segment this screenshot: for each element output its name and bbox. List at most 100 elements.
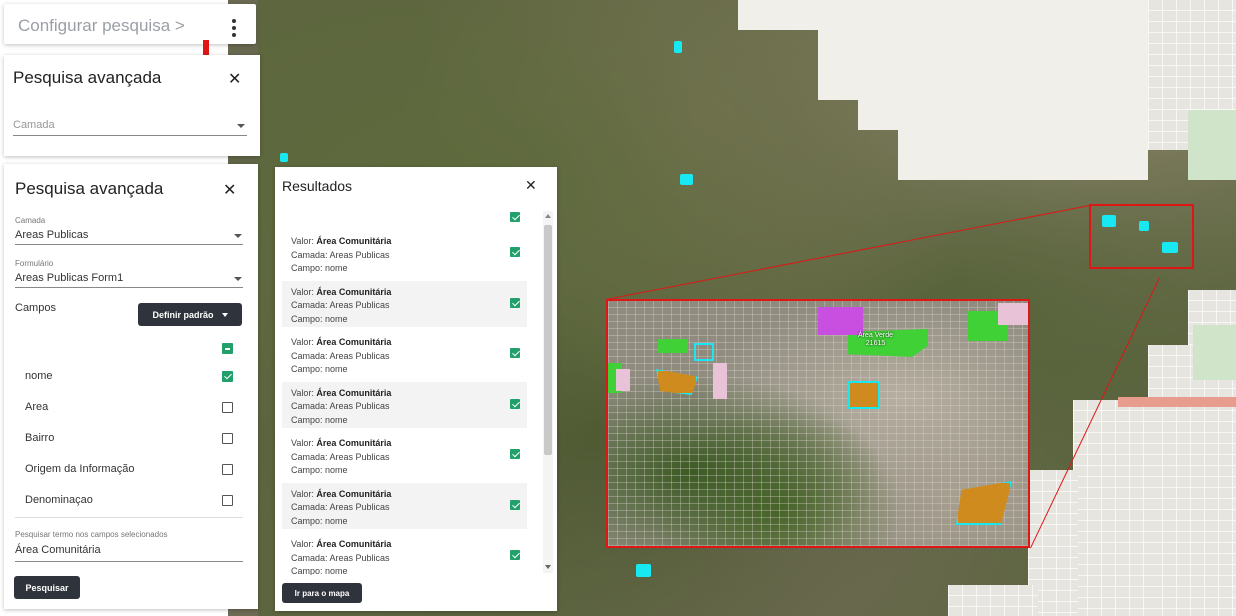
result-value-text: Área Comunitária xyxy=(316,236,392,246)
camada-select[interactable]: Areas Publicas xyxy=(15,229,88,241)
map-tile xyxy=(898,120,1148,180)
select-underline xyxy=(15,561,243,562)
pink-area xyxy=(713,363,727,399)
chevron-down-icon[interactable] xyxy=(237,124,245,128)
result-checkbox[interactable] xyxy=(510,247,520,257)
camada-select[interactable]: Camada xyxy=(13,119,55,131)
result-value-text: Área Comunitária xyxy=(316,286,392,297)
result-field: Campo: nome xyxy=(291,566,348,575)
green-area xyxy=(658,339,688,353)
result-checkbox[interactable] xyxy=(510,449,520,459)
highlight-polygon[interactable] xyxy=(680,174,693,185)
map-tile xyxy=(948,585,1038,616)
field-checkbox[interactable] xyxy=(222,495,233,506)
results-list: Valor: Área Comunitária Camada: Areas Pub… xyxy=(282,205,542,575)
define-default-button[interactable]: Definir padrão xyxy=(138,303,242,326)
result-field: Campo: nome xyxy=(291,364,348,374)
result-field: Campo: nome xyxy=(291,263,348,273)
result-value-prefix: Valor: xyxy=(291,488,317,499)
inset-area-label: Área Verde 21615 xyxy=(858,332,894,347)
map-park xyxy=(1188,110,1236,180)
highlight-polygon[interactable] xyxy=(636,564,651,577)
result-layer: Camada: Areas Publicas xyxy=(291,401,390,411)
field-checkbox[interactable] xyxy=(222,464,233,475)
close-icon[interactable]: ✕ xyxy=(223,180,236,200)
field-checkbox[interactable] xyxy=(222,433,233,444)
result-value: Valor: Área Comunitária xyxy=(291,336,527,350)
result-item[interactable]: Valor: Área Comunitária Camada: Areas Pub… xyxy=(282,432,527,478)
map-tile xyxy=(818,20,1148,100)
result-layer: Camada: Areas Publicas xyxy=(291,552,390,563)
go-to-map-button[interactable]: Ir para o mapa xyxy=(282,583,362,603)
result-value-prefix: Valor: xyxy=(291,286,317,297)
result-value-prefix: Valor: xyxy=(291,438,317,448)
more-vert-icon[interactable] xyxy=(232,19,236,37)
result-value-prefix: Valor: xyxy=(291,387,317,398)
result-field: Campo: nome xyxy=(291,313,348,324)
results-scrollbar[interactable] xyxy=(543,211,553,573)
result-field: Campo: nome xyxy=(291,414,348,425)
result-value: Valor: Área Comunitária xyxy=(291,235,527,249)
result-checkbox[interactable] xyxy=(510,348,520,358)
result-layer: Camada: Areas Publicas xyxy=(291,451,390,462)
result-item[interactable]: Valor: Área Comunitária Camada: Areas Pub… xyxy=(282,331,527,377)
result-checkbox[interactable] xyxy=(510,499,520,510)
formulario-label: Formulário xyxy=(15,259,54,268)
result-item[interactable]: Valor: Área Comunitária Camada: Areas Pub… xyxy=(282,230,527,276)
config-search-title[interactable]: Configurar pesquisa > xyxy=(18,16,185,36)
highlight-polygon[interactable] xyxy=(280,153,288,162)
select-underline xyxy=(15,287,243,288)
pink-area xyxy=(998,303,1028,325)
result-checkbox[interactable] xyxy=(510,297,520,308)
result-layer: Camada: Areas Publicas xyxy=(291,249,390,260)
search-term-label: Pesquisar termo nos campos selecionados xyxy=(15,530,168,539)
search-button[interactable]: Pesquisar xyxy=(14,576,80,599)
map-zoom-inset: Área Verde 21615 xyxy=(606,299,1030,548)
result-value-prefix: Valor: xyxy=(291,539,317,549)
result-value: Valor: Área Comunitária xyxy=(291,538,527,552)
field-checkbox[interactable] xyxy=(222,402,233,413)
result-item[interactable]: Valor: Área Comunitária Camada: Areas Pub… xyxy=(282,280,527,327)
map-road xyxy=(1118,397,1236,407)
panel-title: Pesquisa avançada xyxy=(13,68,162,87)
field-checkbox[interactable] xyxy=(222,371,233,382)
highlight-polygon[interactable] xyxy=(694,343,714,361)
config-search-bar[interactable]: Configurar pesquisa > xyxy=(4,4,256,44)
advanced-search-panel: Pesquisa avançada ✕ Camada Areas Publica… xyxy=(4,164,258,609)
select-underline xyxy=(15,244,243,245)
result-value-text: Área Comunitária xyxy=(316,539,392,549)
select-underline xyxy=(13,135,247,136)
close-icon[interactable]: ✕ xyxy=(525,177,537,194)
zoom-source-frame xyxy=(1089,204,1194,269)
highlight-polygon[interactable] xyxy=(674,41,682,53)
divider xyxy=(15,517,243,518)
formulario-select[interactable]: Areas Publicas Form1 xyxy=(15,272,123,284)
scrollbar-thumb[interactable] xyxy=(544,225,552,455)
results-title: Resultados xyxy=(282,178,353,194)
field-label: Area xyxy=(25,401,49,413)
define-default-label: Definir padrão xyxy=(152,309,214,320)
result-value-text: Área Comunitária xyxy=(316,438,392,448)
result-value: Valor: Área Comunitária xyxy=(291,387,527,401)
results-panel: Resultados ✕ Valor: Área Comunitária Cama… xyxy=(275,167,557,611)
result-checkbox[interactable] xyxy=(510,550,520,560)
result-field: Campo: nome xyxy=(291,515,348,526)
result-field: Campo: nome xyxy=(291,465,348,475)
chevron-down-icon[interactable] xyxy=(234,234,242,238)
panel-title: Pesquisa avançada xyxy=(15,179,164,198)
map-park xyxy=(1193,325,1236,380)
highlight-polygon[interactable] xyxy=(848,381,880,409)
result-item[interactable]: Valor: Área Comunitária Camada: Areas Pub… xyxy=(282,533,527,575)
result-value-text: Área Comunitária xyxy=(316,488,392,499)
chevron-down-icon[interactable] xyxy=(234,277,242,281)
result-item[interactable]: Valor: Área Comunitária Camada: Areas Pub… xyxy=(282,482,527,529)
result-value-prefix: Valor: xyxy=(291,236,317,246)
close-icon[interactable]: ✕ xyxy=(228,69,241,89)
result-item[interactable]: Valor: Área Comunitária Camada: Areas Pub… xyxy=(282,381,527,428)
field-label: nome xyxy=(25,370,53,382)
result-checkbox[interactable] xyxy=(510,398,520,409)
result-value: Valor: Área Comunitária xyxy=(291,286,527,300)
result-value-text: Área Comunitária xyxy=(316,387,392,398)
search-term-input[interactable]: Área Comunitária xyxy=(15,544,101,556)
select-all-checkbox[interactable] xyxy=(222,343,233,354)
